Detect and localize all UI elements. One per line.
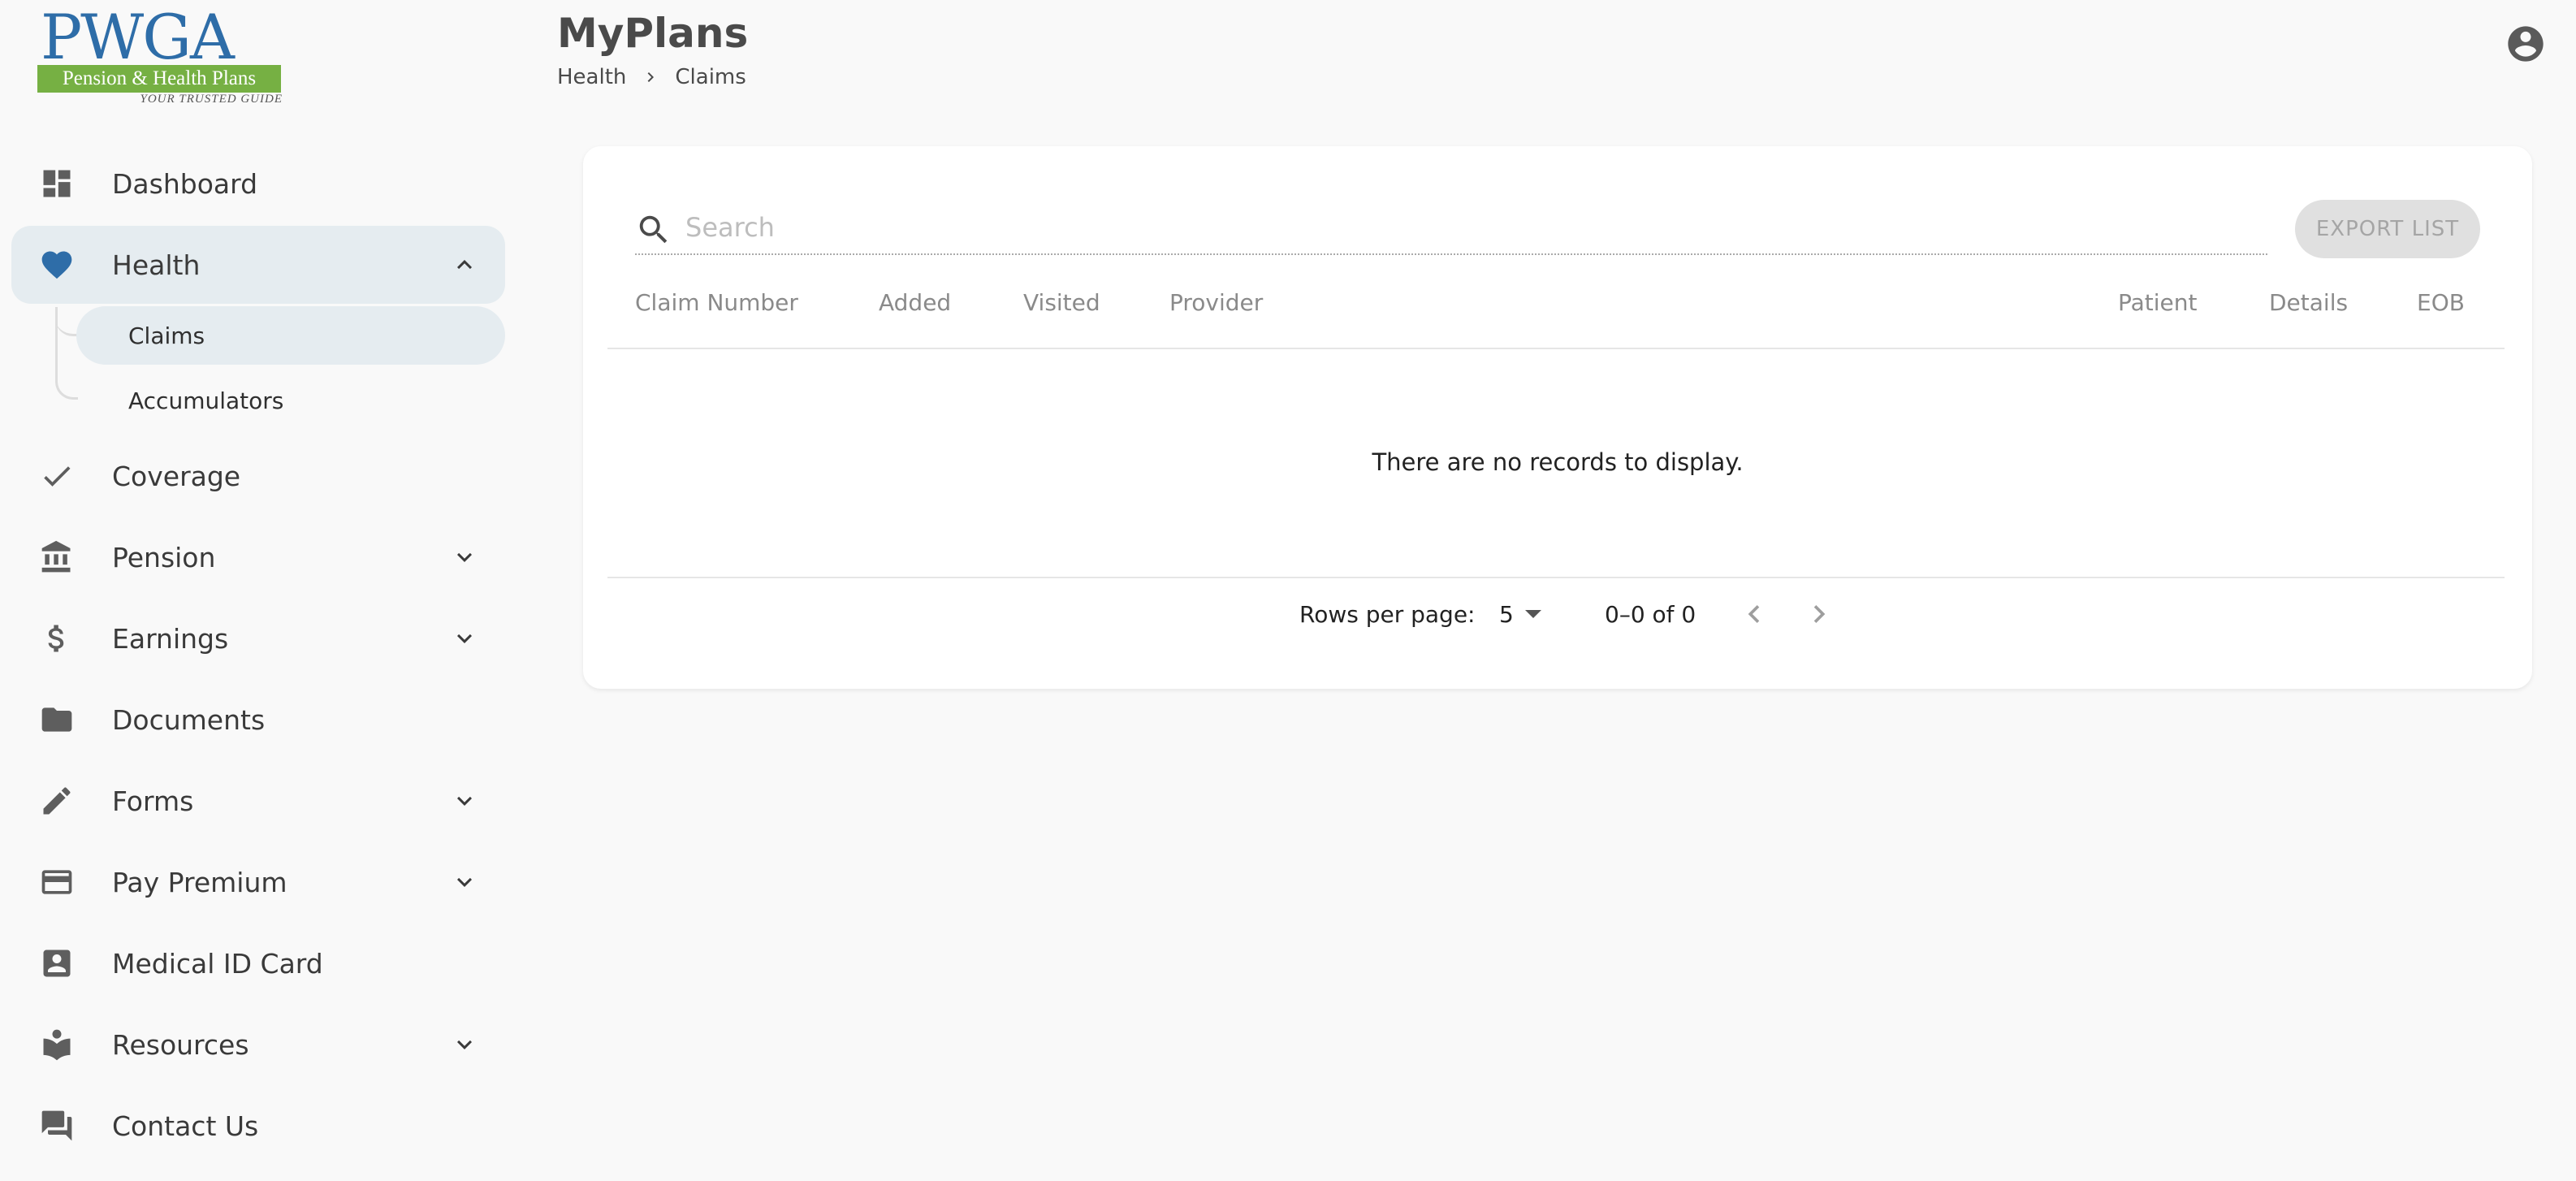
sidebar-item-label: Contact Us: [112, 1110, 259, 1142]
sidebar-subitem-accumulators[interactable]: Accumulators: [76, 371, 505, 430]
folder-icon: [39, 702, 75, 738]
rows-per-page-select[interactable]: 5: [1499, 591, 1556, 637]
column-header-claim-number[interactable]: Claim Number: [635, 289, 798, 316]
sidebar-item-pay-premium[interactable]: Pay Premium: [11, 843, 505, 921]
dashboard-icon: [39, 166, 75, 201]
column-header-added[interactable]: Added: [879, 289, 951, 316]
chevron-down-icon: [450, 786, 479, 815]
sidebar-subitem-label: Claims: [128, 322, 205, 349]
sidebar: PWGA Pension & Health Plans YOUR TRUSTED…: [0, 0, 512, 1181]
chat-icon: [39, 1108, 75, 1144]
claims-card: EXPORT LIST Claim Number Added Visited P…: [583, 146, 2532, 689]
column-header-eob[interactable]: EOB: [2417, 289, 2465, 316]
column-header-patient[interactable]: Patient: [2118, 289, 2198, 316]
previous-page-button[interactable]: [1736, 596, 1772, 632]
empty-table-message: There are no records to display.: [1372, 448, 1744, 476]
heart-icon: [39, 247, 75, 283]
sidebar-item-label: Earnings: [112, 622, 229, 655]
id-card-icon: [39, 945, 75, 981]
chevron-down-icon: [450, 543, 479, 572]
chevron-up-icon: [450, 250, 479, 279]
rows-per-page-label: Rows per page:: [1299, 601, 1476, 628]
credit-card-icon: [39, 864, 75, 900]
chevron-right-icon: [1813, 605, 1826, 623]
sidebar-item-forms[interactable]: Forms: [11, 762, 505, 840]
breadcrumb-current: Claims: [675, 65, 746, 89]
sidebar-item-label: Documents: [112, 703, 266, 736]
chevron-down-icon: [450, 867, 479, 897]
logo-tagline: YOUR TRUSTED GUIDE: [140, 93, 283, 106]
dollar-icon: [39, 621, 75, 656]
chevron-down-icon: [450, 624, 479, 653]
sidebar-item-label: Pay Premium: [112, 866, 287, 898]
page-title: MyPlans: [557, 10, 749, 57]
sidebar-item-medical-id-card[interactable]: Medical ID Card: [11, 924, 505, 1002]
search-input[interactable]: [685, 208, 2228, 247]
sidebar-item-label: Resources: [112, 1028, 249, 1061]
pwga-logo[interactable]: PWGA Pension & Health Plans YOUR TRUSTED…: [37, 6, 284, 106]
sidebar-subitem-label: Accumulators: [128, 387, 284, 414]
search-icon: [635, 211, 672, 249]
search-field: [635, 203, 2267, 255]
column-header-visited[interactable]: Visited: [1023, 289, 1100, 316]
chevron-down-icon: [450, 1030, 479, 1059]
export-list-button[interactable]: EXPORT LIST: [2295, 200, 2480, 258]
sidebar-item-resources[interactable]: Resources: [11, 1006, 505, 1084]
reader-icon: [39, 1027, 75, 1062]
sidebar-item-label: Pension: [112, 541, 216, 573]
breadcrumb-link-health[interactable]: Health: [557, 65, 626, 89]
sidebar-item-earnings[interactable]: Earnings: [11, 599, 505, 677]
sidebar-item-dashboard[interactable]: Dashboard: [11, 145, 505, 223]
chevron-right-icon: [641, 67, 660, 87]
logo-band: Pension & Health Plans: [37, 65, 281, 93]
sidebar-item-pension[interactable]: Pension: [11, 518, 505, 596]
sidebar-item-label: Health: [112, 249, 201, 281]
footer-divider: [607, 577, 2505, 578]
sidebar-item-label: Coverage: [112, 460, 241, 492]
sidebar-item-contact-us[interactable]: Contact Us: [11, 1087, 505, 1165]
column-header-provider[interactable]: Provider: [1169, 289, 1263, 316]
check-icon: [39, 458, 75, 494]
breadcrumb: Health Claims: [557, 65, 746, 89]
sidebar-item-label: Medical ID Card: [112, 947, 323, 980]
logo-wordmark: PWGA: [41, 1, 235, 73]
column-header-details[interactable]: Details: [2269, 289, 2348, 316]
sidebar-item-coverage[interactable]: Coverage: [11, 437, 505, 515]
pencil-icon: [39, 783, 75, 819]
next-page-button[interactable]: [1801, 596, 1837, 632]
pagination-range: 0–0 of 0: [1605, 601, 1696, 628]
sidebar-item-health[interactable]: Health: [11, 226, 505, 304]
sidebar-item-documents[interactable]: Documents: [11, 681, 505, 759]
account-icon[interactable]: [2505, 23, 2547, 65]
bank-icon: [39, 539, 75, 575]
sidebar-item-label: Dashboard: [112, 167, 258, 200]
rows-per-page-value: 5: [1499, 600, 1514, 628]
sidebar-subitem-claims[interactable]: Claims: [76, 306, 505, 365]
chevron-left-icon: [1748, 605, 1760, 623]
caret-down-icon: [1524, 610, 1541, 618]
sidebar-item-label: Forms: [112, 785, 194, 817]
header-divider: [607, 348, 2505, 349]
